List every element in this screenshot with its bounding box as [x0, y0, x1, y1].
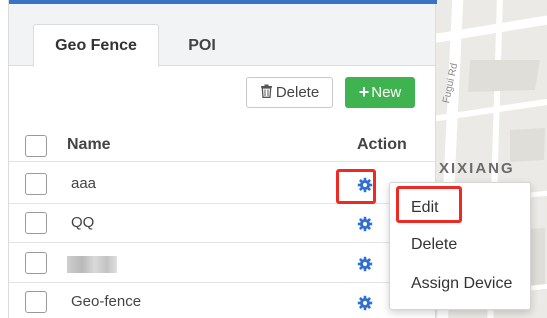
- row-checkbox[interactable]: [25, 252, 47, 274]
- gear-icon[interactable]: [355, 293, 375, 313]
- row-name: Geo-fence: [71, 293, 142, 310]
- tab-poi[interactable]: POI: [169, 24, 235, 67]
- menu-item-delete[interactable]: Delete: [390, 236, 530, 254]
- row-name: QQ: [71, 214, 95, 231]
- delete-button-label: Delete: [275, 84, 320, 101]
- gear-icon[interactable]: [355, 254, 375, 274]
- new-button-label: New: [371, 84, 402, 101]
- table-row: Geo-fence: [9, 284, 435, 318]
- redacted-name: [67, 256, 117, 273]
- plus-icon: +: [358, 82, 370, 102]
- geo-fence-panel: Geo Fence POI Delete + New Name Action a…: [8, 0, 437, 318]
- map-area-label: XIXIANG: [439, 160, 515, 177]
- select-all-checkbox[interactable]: [25, 135, 47, 157]
- menu-item-assign-device[interactable]: Assign Device: [390, 275, 530, 293]
- trash-icon: [260, 84, 273, 102]
- table-row: [9, 245, 435, 283]
- gear-icon[interactable]: [355, 214, 375, 234]
- tab-bar: Geo Fence POI: [9, 4, 435, 67]
- new-button[interactable]: + New: [345, 77, 415, 108]
- row-checkbox[interactable]: [25, 173, 47, 195]
- edit-highlight-box: [396, 186, 462, 223]
- delete-button[interactable]: Delete: [246, 77, 333, 108]
- row-name: aaa: [71, 175, 97, 192]
- column-header-name: Name: [67, 136, 111, 153]
- column-header-action: Action: [357, 136, 407, 153]
- row-checkbox[interactable]: [25, 291, 47, 313]
- table-row: QQ: [9, 205, 435, 243]
- gear-highlight-box: [336, 169, 376, 204]
- tab-geo-fence[interactable]: Geo Fence: [33, 24, 159, 67]
- row-checkbox[interactable]: [25, 212, 47, 234]
- table-header: Name Action: [9, 128, 435, 162]
